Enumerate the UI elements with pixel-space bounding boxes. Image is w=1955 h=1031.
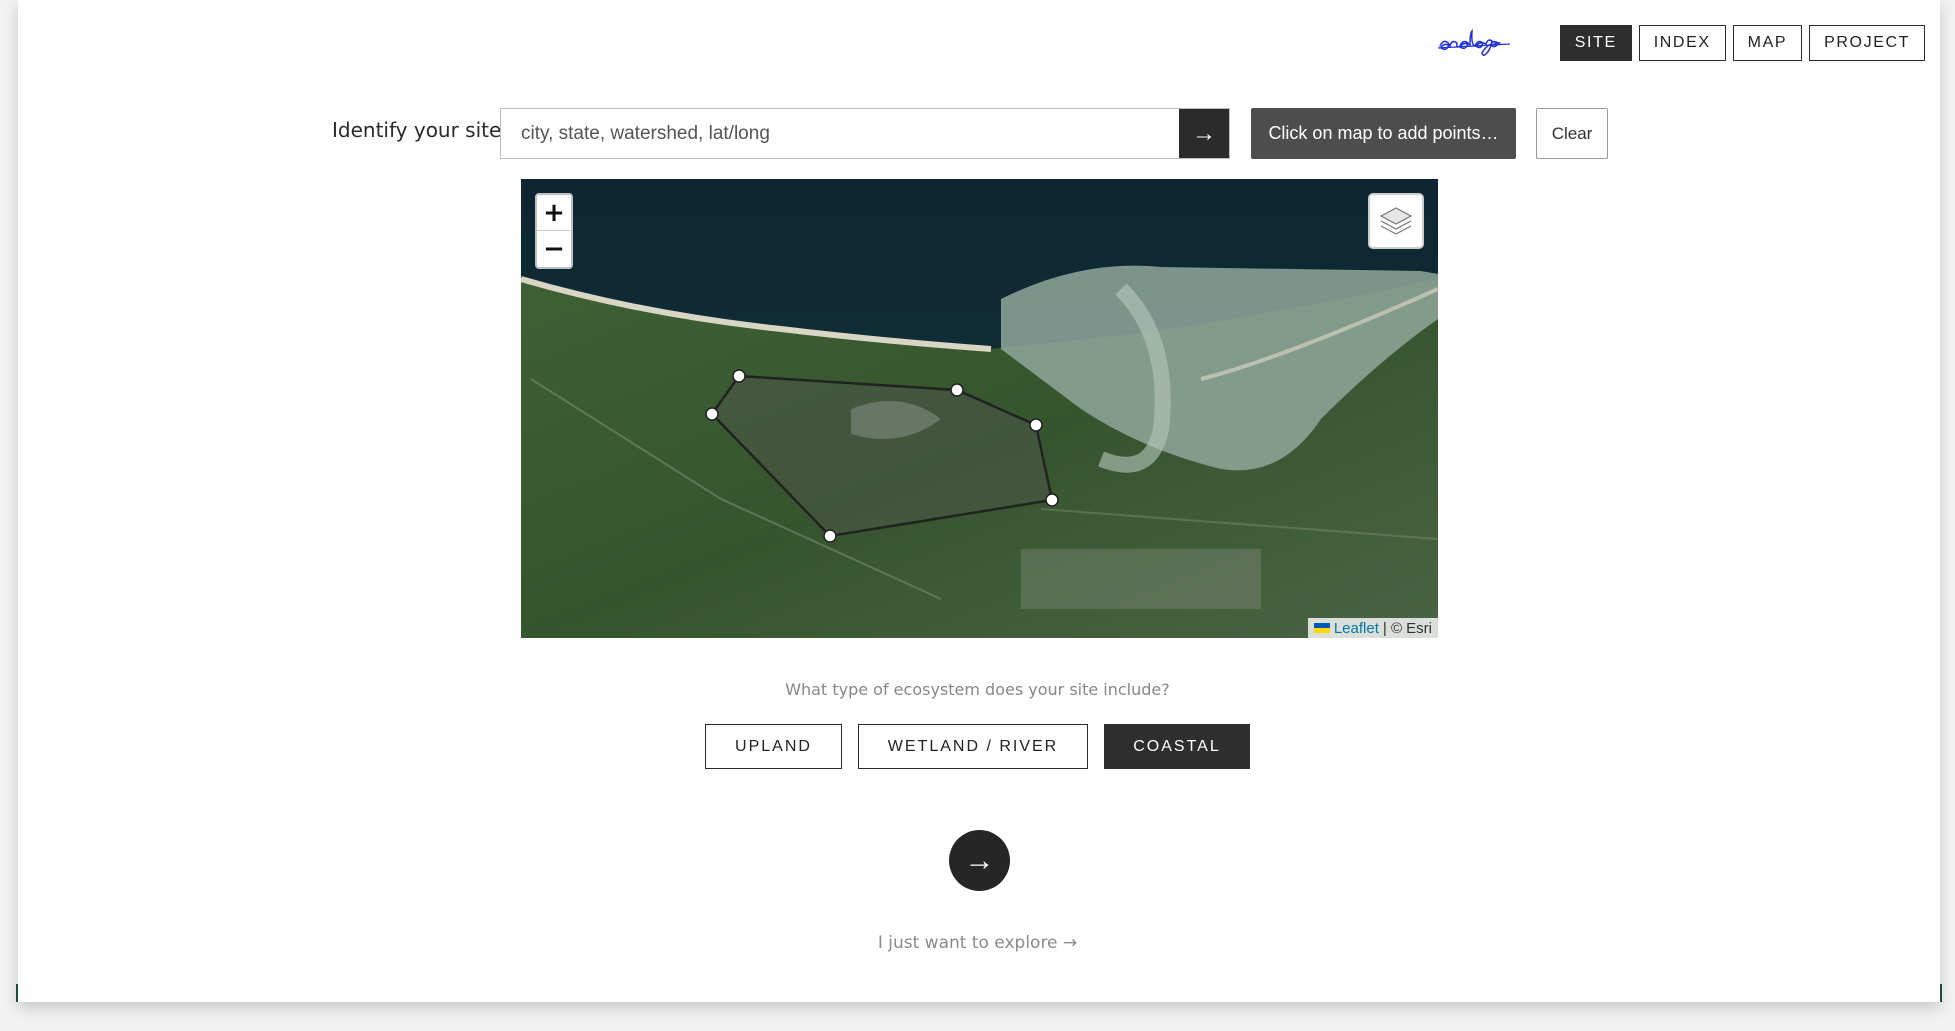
logo[interactable]: analogs <box>1436 24 1536 64</box>
top-nav: SITE INDEX MAP PROJECT <box>1559 25 1925 61</box>
site-map[interactable]: + − Leaflet | © Esri <box>521 179 1438 638</box>
zoom-control: + − <box>535 193 573 269</box>
nav-map[interactable]: MAP <box>1732 25 1803 61</box>
layers-icon <box>1379 207 1413 235</box>
page-edge-left <box>16 984 18 1002</box>
clear-button[interactable]: Clear <box>1536 108 1608 159</box>
nav-project[interactable]: PROJECT <box>1809 25 1925 61</box>
ecosystem-coastal-button[interactable]: COASTAL <box>1104 724 1250 769</box>
page-edge-right <box>1940 984 1942 1002</box>
esri-attribution: | © Esri <box>1382 619 1432 637</box>
ecosystem-wetland-river-button[interactable]: WETLAND / RIVER <box>858 724 1088 769</box>
nav-site[interactable]: SITE <box>1559 25 1632 61</box>
ukraine-flag-icon <box>1313 623 1330 633</box>
layers-button[interactable] <box>1368 193 1424 249</box>
zoom-out-button[interactable]: − <box>537 231 571 267</box>
explore-link[interactable]: I just want to explore → <box>0 933 1955 953</box>
arrow-right-icon: → <box>1192 119 1216 147</box>
map-attribution: Leaflet | © Esri <box>1307 618 1438 638</box>
arrow-right-icon: → <box>964 843 995 877</box>
ecosystem-options: UPLAND WETLAND / RIVER COASTAL <box>0 724 1955 769</box>
nav-index[interactable]: INDEX <box>1638 25 1726 61</box>
identify-site-label: Identify your site: <box>332 118 509 142</box>
site-search-input[interactable] <box>501 109 1179 158</box>
next-button[interactable]: → <box>949 830 1010 891</box>
satellite-imagery <box>521 179 1438 638</box>
search-go-button[interactable]: → <box>1179 109 1229 158</box>
site-search-box: → <box>500 108 1230 159</box>
ecosystem-upland-button[interactable]: UPLAND <box>705 724 842 769</box>
zoom-in-button[interactable]: + <box>537 195 571 231</box>
leaflet-link[interactable]: Leaflet <box>1334 620 1379 637</box>
add-points-button[interactable]: Click on map to add points… <box>1251 108 1516 159</box>
ecosystem-question: What type of ecosystem does your site in… <box>785 680 1170 699</box>
